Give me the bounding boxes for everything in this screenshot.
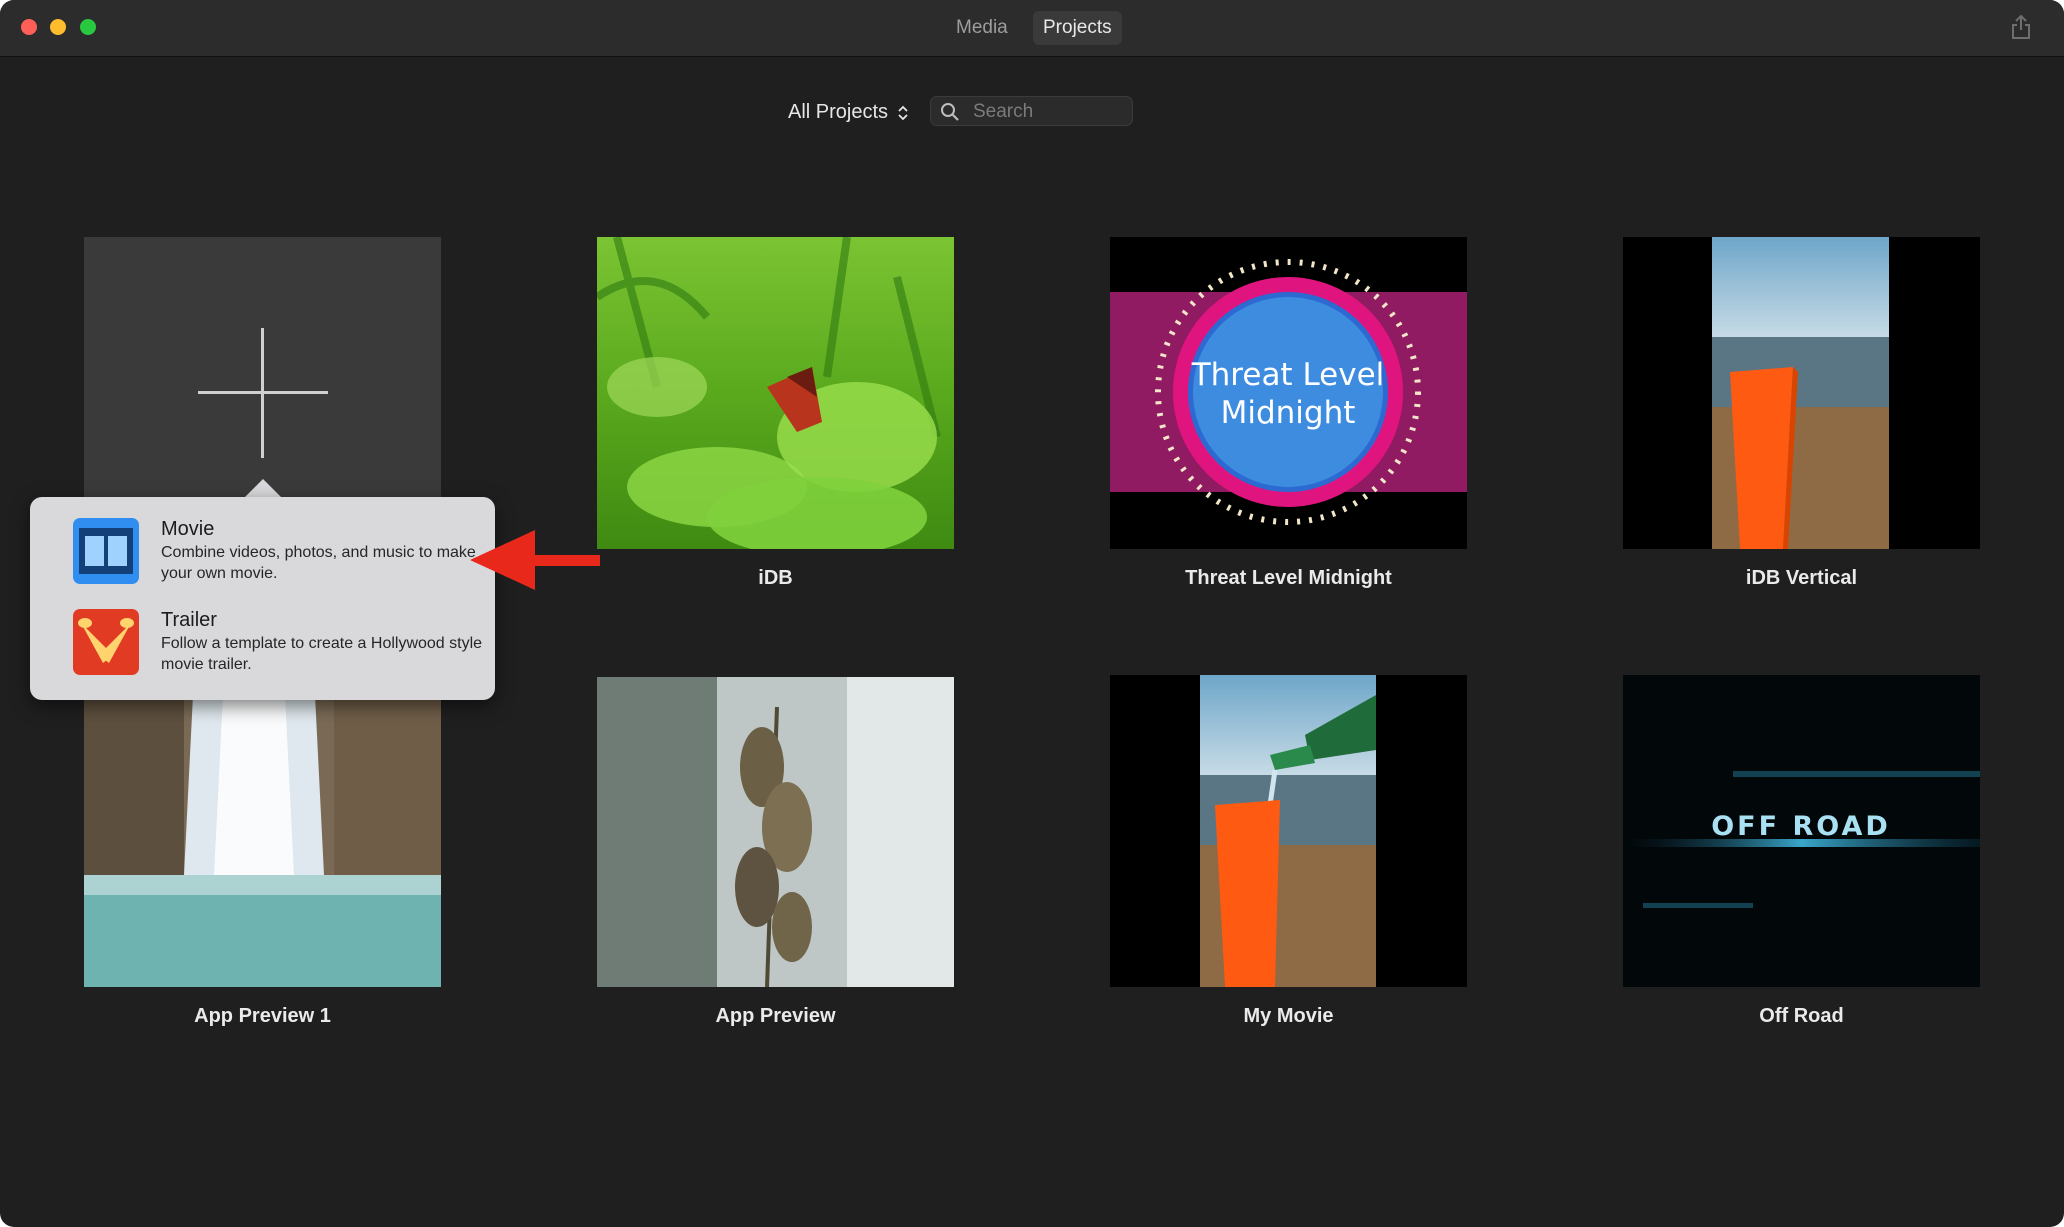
new-project-popover: Movie Combine videos, photos, and music … <box>30 497 495 700</box>
project-thumbnail-idb-vertical[interactable] <box>1623 237 1980 549</box>
filter-label: All Projects <box>788 101 889 123</box>
grass-waterfall-thumbnail-image <box>597 677 954 987</box>
minimize-window-button[interactable] <box>50 19 66 35</box>
chevron-updown-icon <box>897 105 908 120</box>
share-icon[interactable] <box>2010 14 2032 40</box>
popover-item-movie[interactable]: Movie Combine videos, photos, and music … <box>73 518 483 584</box>
imovie-window: Media Projects All Projects Search iDB T… <box>0 0 2064 1227</box>
red-arrow-annotation <box>470 530 600 590</box>
project-title: App Preview <box>715 1005 836 1027</box>
project-title: Off Road <box>1759 1005 1844 1027</box>
film-strip-icon <box>73 518 139 584</box>
search-input[interactable] <box>971 99 1125 125</box>
bottle-pour-thumbnail-image <box>1200 675 1376 987</box>
project-thumbnail-app-preview-1[interactable] <box>84 675 441 987</box>
search-field[interactable] <box>930 96 1133 126</box>
project-thumbnail-my-movie[interactable] <box>1110 675 1467 987</box>
butterfly-thumbnail-image <box>597 237 954 549</box>
popover-item-trailer[interactable]: Trailer Follow a template to create a Ho… <box>73 609 483 675</box>
popover-item-title: Trailer <box>161 609 217 631</box>
new-project-button[interactable] <box>84 237 441 497</box>
waterfall-thumbnail-image <box>84 675 441 987</box>
project-title: My Movie <box>1243 1005 1334 1027</box>
project-title: Threat Level Midnight <box>1185 567 1392 589</box>
project-thumbnail-threat-level-midnight[interactable]: Threat Level Midnight <box>1110 237 1467 549</box>
project-thumbnail-idb[interactable] <box>597 237 954 549</box>
project-thumbnail-off-road[interactable]: OFF ROAD <box>1623 675 1980 987</box>
zoom-window-button[interactable] <box>80 19 96 35</box>
title-bar: Media Projects <box>0 0 2064 57</box>
thumb-title-line2: Midnight <box>1221 395 1356 431</box>
project-thumbnail-app-preview[interactable] <box>597 677 954 987</box>
thumb-title-line1: Threat Level <box>1191 357 1385 393</box>
tab-projects[interactable]: Projects <box>1033 11 1122 45</box>
popover-item-description: Combine videos, photos, and music to mak… <box>161 544 476 582</box>
thumb-title-text: OFF ROAD <box>1711 811 1891 842</box>
tab-media[interactable]: Media <box>946 11 1018 45</box>
popover-item-description: Follow a template to create a Hollywood … <box>161 635 483 673</box>
all-projects-dropdown[interactable]: All Projects <box>788 97 909 127</box>
off-road-thumbnail-image: OFF ROAD <box>1623 675 1980 987</box>
search-icon <box>941 103 959 121</box>
project-title: iDB <box>758 567 793 589</box>
orange-cup-thumbnail-image <box>1712 237 1889 549</box>
popover-pointer <box>245 479 281 497</box>
popover-item-title: Movie <box>161 518 215 540</box>
project-title: iDB Vertical <box>1745 567 1858 589</box>
close-window-button[interactable] <box>21 19 37 35</box>
plus-icon-vertical <box>261 328 264 458</box>
project-title: App Preview 1 <box>194 1005 331 1027</box>
threat-level-midnight-thumbnail-image: Threat Level Midnight <box>1110 259 1467 525</box>
trailer-spotlight-icon <box>73 609 139 675</box>
